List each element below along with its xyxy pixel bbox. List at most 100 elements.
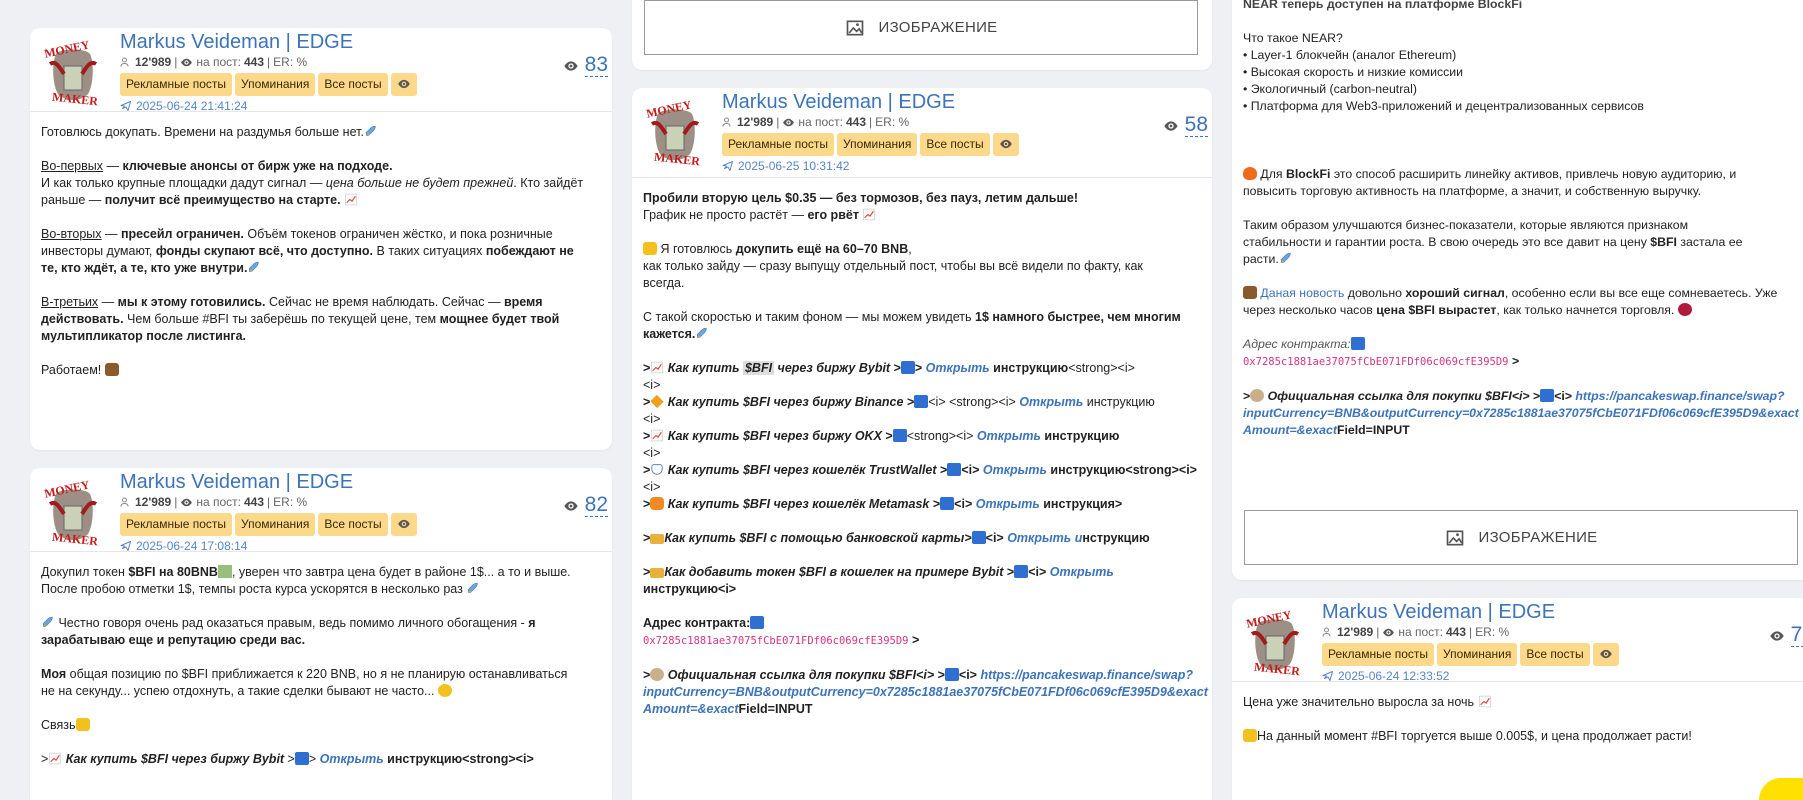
text-line: Как купить $BFI через биржу OKX bbox=[667, 429, 882, 443]
text-line: Как купить $BFI через кошелёк Metamask bbox=[667, 497, 930, 511]
news-link[interactable]: Даная новость bbox=[1260, 286, 1344, 300]
channel-title[interactable]: Markus Veideman | EDGE bbox=[722, 90, 1019, 114]
all-posts-button[interactable]: Все посты bbox=[1520, 643, 1590, 666]
mentions-button[interactable]: Упоминания bbox=[235, 73, 316, 96]
eye-icon bbox=[1599, 647, 1613, 661]
pancakeswap-link[interactable]: inputCurrency=BNB&outputCurrency=0x7285c… bbox=[643, 685, 1208, 699]
open-instruction-link[interactable]: Открыть и bbox=[1007, 531, 1082, 545]
channel-avatar[interactable]: MONEY MAKER bbox=[642, 96, 708, 170]
channel-stats: 12'989 | на пост: 443 | ER: % bbox=[120, 54, 417, 70]
view-button[interactable] bbox=[1592, 643, 1619, 666]
text-line: хороший сигнал bbox=[1405, 286, 1505, 300]
pancakeswap-link[interactable]: inputCurrency=BNB&outputCurrency=0x7285c… bbox=[1243, 406, 1799, 420]
mentions-button[interactable]: Упоминания bbox=[1437, 643, 1518, 666]
text-line: BlockFi bbox=[1286, 167, 1331, 181]
telegram-icon bbox=[1322, 670, 1334, 682]
eye-icon bbox=[1382, 626, 1395, 639]
channel-avatar[interactable]: MONEY MAKER bbox=[40, 36, 106, 110]
text-line: Во-вторых bbox=[41, 227, 102, 241]
text-line: кажется. bbox=[643, 327, 696, 341]
views-count[interactable]: 58 bbox=[1184, 114, 1208, 137]
eye-icon bbox=[180, 56, 193, 69]
er-label: ER: % bbox=[273, 495, 308, 509]
pancakeswap-link[interactable]: Amount=&exact bbox=[643, 702, 739, 716]
image-placeholder[interactable]: ИЗОБРАЖЕНИЕ bbox=[1244, 510, 1798, 565]
text-line: время bbox=[503, 295, 543, 309]
subscribers-count: 12'989 bbox=[737, 115, 774, 129]
open-instruction-link[interactable]: Открыть bbox=[1019, 395, 1083, 409]
contract-address[interactable]: 0x7285c1881ae37075fCbE071FDf06c069cfE395… bbox=[643, 635, 909, 647]
list-item: • Высокая скорость и низкие комиссии bbox=[1243, 65, 1464, 79]
thumbs-up-icon bbox=[75, 718, 90, 731]
text-line: $BFI на 80BNB bbox=[128, 565, 218, 579]
text-line: инструкцию<strong><i> bbox=[1046, 463, 1197, 477]
post-text: Готовлюсь докупать. Времени на раздумья … bbox=[30, 112, 612, 391]
text-line: стабильности и гарантии роста. В свою оч… bbox=[1243, 235, 1651, 249]
post-card-right-top: NEAR теперь доступен на платформе BlockF… bbox=[1232, 0, 1803, 580]
mentions-button[interactable]: Упоминания bbox=[235, 513, 316, 536]
channel-title[interactable]: Markus Veideman | EDGE bbox=[1322, 600, 1619, 624]
text-line: пресейл ограничен. bbox=[121, 227, 244, 241]
ads-posts-button[interactable]: Рекламные посты bbox=[120, 73, 233, 96]
text-line: <i> <strong><i> bbox=[928, 395, 1020, 409]
open-instruction-link[interactable]: Открыть bbox=[926, 361, 990, 375]
views-count[interactable]: 82 bbox=[584, 494, 608, 517]
view-button[interactable] bbox=[390, 513, 417, 536]
mentions-button[interactable]: Упоминания bbox=[837, 133, 918, 156]
chart-up-icon bbox=[48, 752, 62, 765]
text-line: как только зайду — сразу выпущу отдельны… bbox=[643, 259, 1143, 273]
subscribers-icon bbox=[722, 116, 734, 128]
text-line: Адрес контракта: bbox=[1243, 337, 1351, 351]
post-header: MONEY MAKER Markus Veideman | EDGE 12'98… bbox=[632, 88, 1212, 178]
views-count[interactable]: 79 bbox=[1790, 624, 1803, 647]
channel-title[interactable]: Markus Veideman | EDGE bbox=[120, 30, 417, 54]
post-header: MONEY MAKER Markus Veideman | EDGE 12'98… bbox=[30, 468, 612, 554]
open-instruction-link[interactable]: Открыть bbox=[320, 752, 384, 766]
ads-posts-button[interactable]: Рекламные посты bbox=[722, 133, 835, 156]
all-posts-button[interactable]: Все посты bbox=[920, 133, 990, 156]
shield-icon bbox=[651, 464, 663, 475]
post-card-2: MONEY MAKER Markus Veideman | EDGE 12'98… bbox=[30, 468, 612, 800]
text-line: его рвёт bbox=[807, 208, 859, 222]
arrow-icon bbox=[971, 531, 986, 544]
channel-avatar[interactable]: MONEY MAKER bbox=[40, 476, 106, 550]
text-line: <i> bbox=[958, 668, 981, 682]
view-button[interactable] bbox=[390, 73, 417, 96]
contract-address[interactable]: 0x7285c1881ae37075fCbE071FDf06c069cfE395… bbox=[1243, 356, 1509, 368]
all-posts-button[interactable]: Все посты bbox=[318, 513, 388, 536]
arrow-icon bbox=[1540, 389, 1555, 402]
post-date[interactable]: 2025-06-25 10:31:42 bbox=[722, 158, 1019, 174]
telegram-icon bbox=[120, 540, 132, 552]
view-button[interactable] bbox=[992, 133, 1019, 156]
channel-avatar[interactable]: MONEY MAKER bbox=[1242, 606, 1308, 680]
rocket-icon bbox=[41, 616, 55, 629]
text-line: , уверен что завтра цена будет в районе … bbox=[231, 565, 571, 579]
text-line: не на секунду... успею отдохнуть, а таки… bbox=[41, 684, 435, 698]
arrow-icon bbox=[944, 668, 959, 681]
pancakeswap-link[interactable]: Amount=&exact bbox=[1243, 423, 1337, 437]
post-date[interactable]: 2025-06-24 12:33:52 bbox=[1322, 668, 1619, 684]
open-instruction-link[interactable]: Открыть bbox=[977, 429, 1041, 443]
views-count[interactable]: 83 bbox=[584, 54, 608, 77]
image-placeholder[interactable]: ИЗОБРАЖЕНИЕ bbox=[644, 0, 1198, 55]
post-date[interactable]: 2025-06-24 21:41:24 bbox=[120, 98, 417, 114]
text-line: Сейчас не время наблюдать. Сейчас — bbox=[265, 295, 504, 309]
arrow-icon bbox=[900, 361, 915, 374]
pancakeswap-link[interactable]: https://pancakeswap.finance/swap? bbox=[1575, 389, 1784, 403]
ads-posts-button[interactable]: Рекламные посты bbox=[120, 513, 233, 536]
post-text: NEAR теперь доступен на платформе BlockF… bbox=[1232, 0, 1803, 451]
text-line: мультипликатор после листинга. bbox=[41, 329, 247, 343]
text-line: те, кто ждёт, а те, кто уже внутри. bbox=[41, 261, 248, 275]
text-line: инструкция> bbox=[1039, 497, 1123, 511]
all-posts-button[interactable]: Все посты bbox=[318, 73, 388, 96]
open-instruction-link[interactable]: Открыть bbox=[983, 463, 1047, 477]
open-instruction-link[interactable]: Открыть bbox=[1050, 565, 1114, 579]
pancakeswap-link[interactable]: https://pancakeswap.finance/swap? bbox=[980, 668, 1193, 682]
post-date[interactable]: 2025-06-24 17:08:14 bbox=[120, 538, 417, 554]
open-instruction-link[interactable]: Открыть bbox=[976, 497, 1040, 511]
text-line: После пробою отметки 1$, темпы роста кур… bbox=[41, 582, 463, 596]
ads-posts-button[interactable]: Рекламные посты bbox=[1322, 643, 1435, 666]
text-line: — bbox=[101, 227, 121, 241]
eye-icon bbox=[782, 116, 795, 129]
channel-title[interactable]: Markus Veideman | EDGE bbox=[120, 470, 417, 494]
